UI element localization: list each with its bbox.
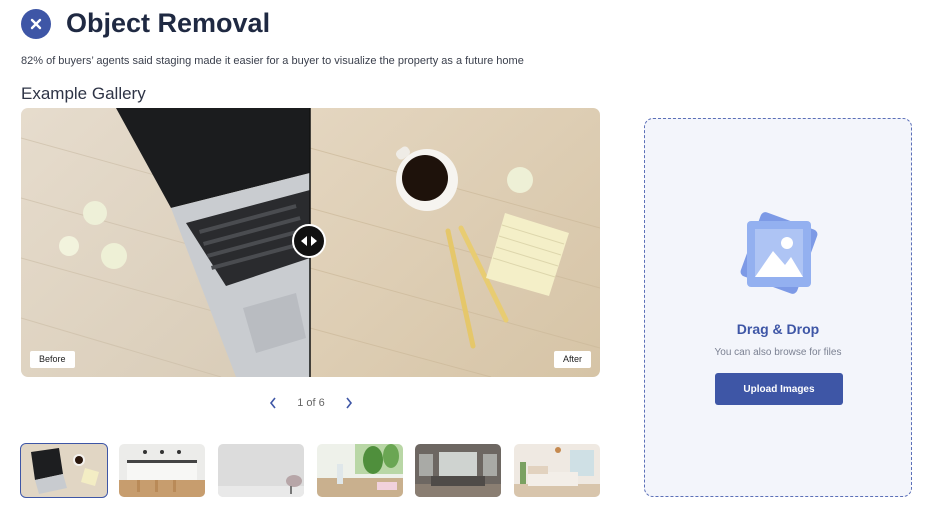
thumbnail-empty-room[interactable] <box>218 444 304 497</box>
upload-hint[interactable]: You can also browse for files <box>645 347 911 358</box>
page-subtitle: 82% of buyers’ agents said staging made … <box>21 55 524 67</box>
upload-title: Drag & Drop <box>736 321 820 337</box>
before-label: Before <box>30 351 75 368</box>
next-button[interactable] <box>342 394 356 412</box>
chevron-right-icon <box>346 397 353 409</box>
thumbnail-plants[interactable] <box>317 444 403 497</box>
close-button[interactable] <box>21 9 51 39</box>
gallery-heading: Example Gallery <box>21 84 146 103</box>
image-upload-icon <box>740 212 818 294</box>
thumbnail-bedroom[interactable] <box>514 444 600 497</box>
page-title: Object Removal <box>66 8 271 38</box>
gallery-pager: 1 of 6 <box>266 394 356 412</box>
after-label: After <box>553 351 591 368</box>
prev-button[interactable] <box>266 394 280 412</box>
thumbnail-living-room[interactable] <box>415 444 501 497</box>
upload-dropzone[interactable]: Drag & Drop You can also browse for file… <box>644 118 912 497</box>
pager-text: 1 of 6 <box>297 397 325 409</box>
comparison-slider-handle[interactable] <box>292 224 326 258</box>
slider-arrows-icon <box>301 236 317 246</box>
chevron-left-icon <box>269 397 276 409</box>
before-after-comparison[interactable]: Before After <box>21 108 600 377</box>
upload-images-button[interactable]: Upload Images <box>715 373 843 405</box>
thumbnail-desk[interactable] <box>20 443 108 498</box>
close-icon <box>30 18 42 30</box>
thumbnail-kitchen[interactable] <box>119 444 205 497</box>
